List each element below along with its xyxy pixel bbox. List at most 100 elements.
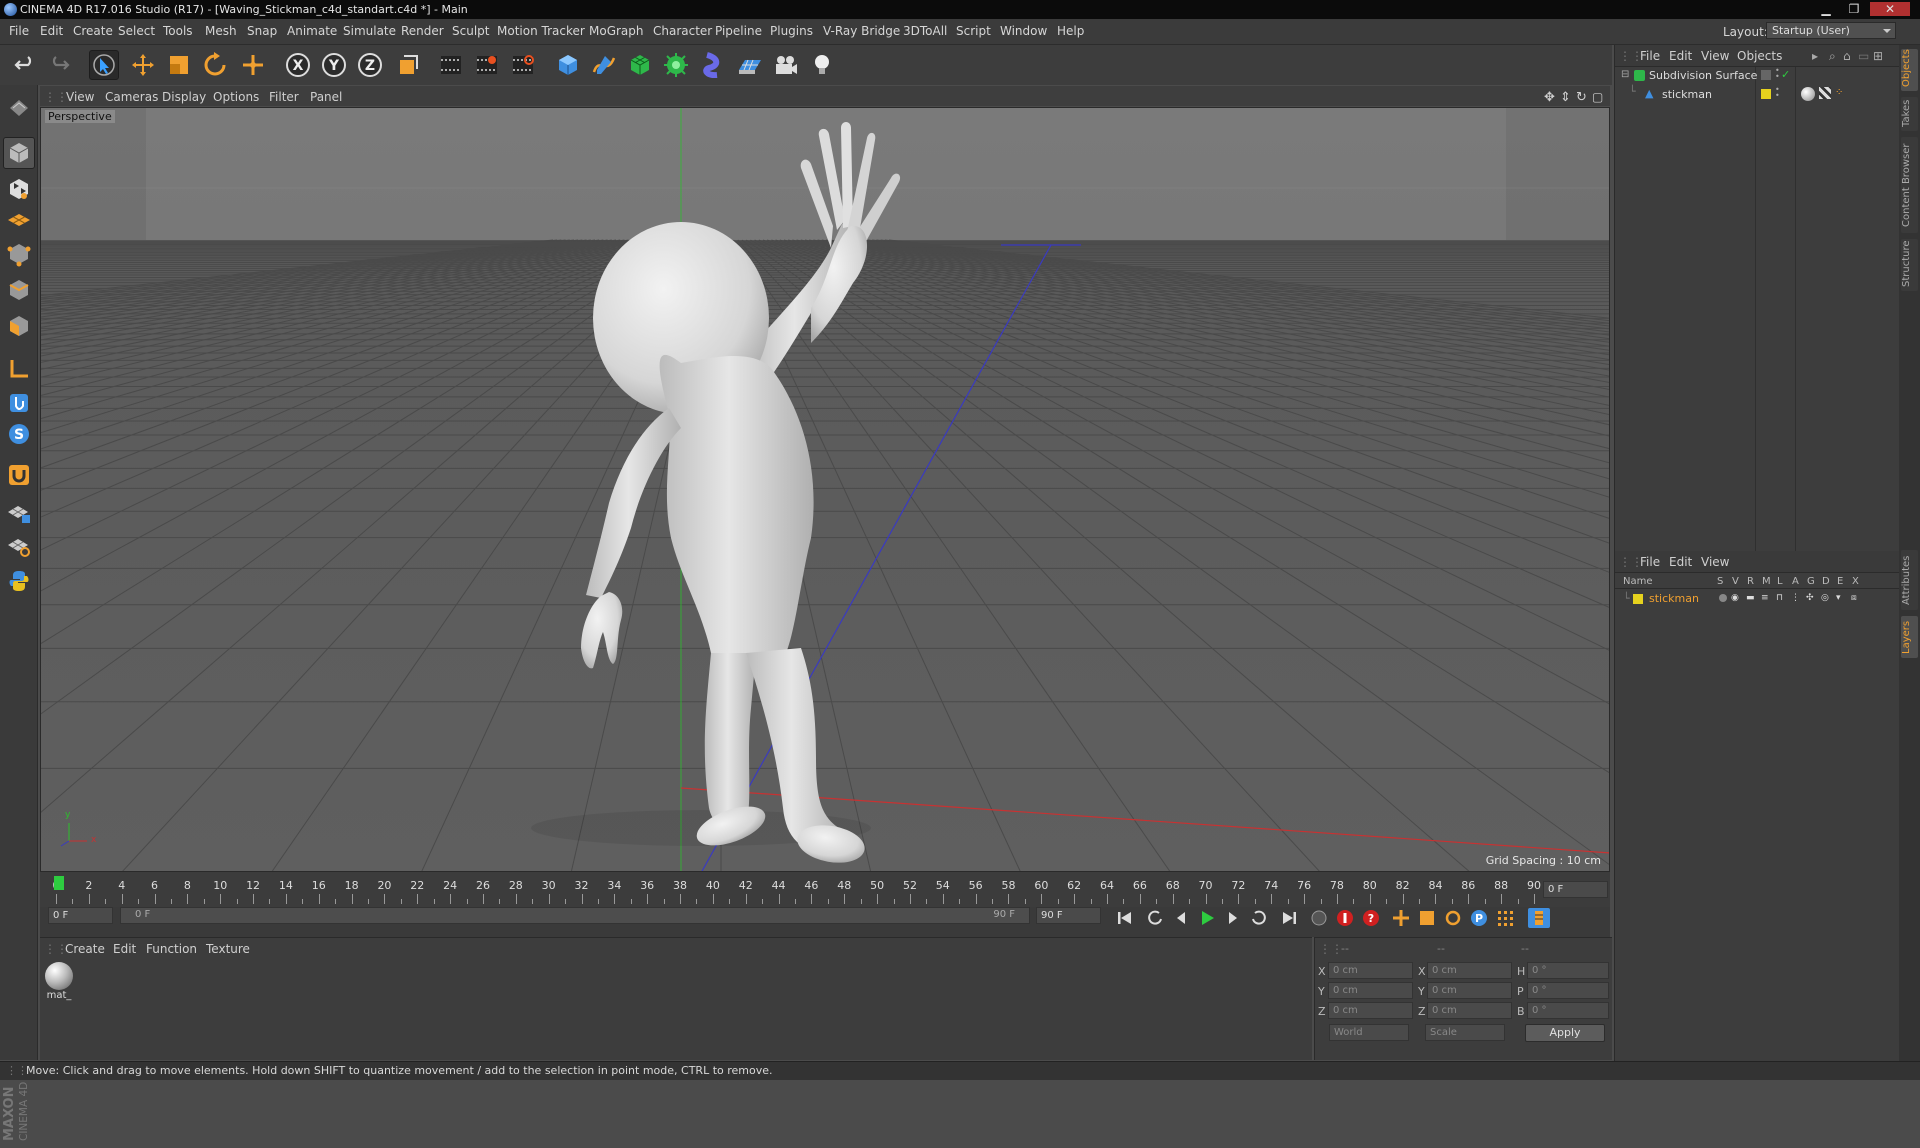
material-tag-icon[interactable] [1801, 87, 1815, 101]
menu-character[interactable]: Character [653, 24, 712, 38]
menu-window[interactable]: Window [1000, 24, 1047, 38]
menu-motion-tracker[interactable]: Motion Tracker [497, 24, 585, 38]
lock-toggle-icon[interactable]: ⊓ [1776, 593, 1783, 603]
layer-col-view[interactable]: V [1732, 576, 1739, 587]
play-icon[interactable] [1196, 908, 1218, 928]
tab-layers[interactable]: Layers [1901, 616, 1918, 658]
collapse-icon[interactable]: ⊟ [1621, 69, 1629, 80]
menu-snap[interactable]: Snap [247, 24, 277, 38]
viewport-menu-view[interactable]: View [66, 90, 94, 104]
object-menu-objects[interactable]: Objects [1737, 49, 1782, 63]
menu-help[interactable]: Help [1057, 24, 1084, 38]
menu-sculpt[interactable]: Sculpt [452, 24, 489, 38]
key-scale-icon[interactable] [1416, 908, 1438, 928]
tab-structure[interactable]: Structure [1901, 239, 1918, 291]
render-picture-viewer-icon[interactable] [472, 50, 502, 80]
layout-select[interactable]: Startup (User) [1766, 22, 1896, 39]
layer-color-swatch[interactable] [1633, 594, 1643, 604]
move-icon[interactable] [128, 50, 158, 80]
menu-render[interactable]: Render [401, 24, 444, 38]
viewport-maximize-icon[interactable]: ▢ [1592, 90, 1603, 104]
minimize-icon[interactable]: ▁ [1814, 2, 1838, 16]
layer-name[interactable]: stickman [1649, 592, 1699, 605]
layer-slot-icon[interactable] [1761, 70, 1771, 80]
lock-workplane-icon[interactable] [3, 497, 35, 529]
tab-content-browser[interactable]: Content Browser [1901, 137, 1918, 233]
light-icon[interactable] [807, 50, 837, 80]
deformer-icon[interactable] [697, 50, 727, 80]
menu-mesh[interactable]: Mesh [205, 24, 237, 38]
viewport-zoom-icon[interactable]: ⇕ [1560, 90, 1571, 105]
workplane-icon[interactable] [3, 203, 35, 235]
scale-icon[interactable] [164, 50, 194, 80]
layer-col-deformers[interactable]: D [1822, 576, 1830, 587]
render-toggle-icon[interactable]: ▬ [1746, 593, 1755, 603]
magnet-icon[interactable] [3, 459, 35, 491]
deformers-toggle-icon[interactable]: ◎ [1821, 593, 1829, 603]
layer-menu-file[interactable]: File [1640, 555, 1660, 569]
object-row-subdivision-surface[interactable]: ⊟ Subdivision Surface • • ✓ [1615, 67, 1900, 85]
rot-p-field[interactable]: 0 ° [1527, 982, 1609, 999]
python-icon[interactable] [3, 565, 35, 597]
material-swatch[interactable]: mat_ [43, 962, 75, 1006]
camera-icon[interactable] [771, 50, 801, 80]
object-menu-view[interactable]: View [1701, 49, 1729, 63]
planar-workplane-icon[interactable] [3, 530, 35, 562]
recent-tool-icon[interactable] [238, 50, 268, 80]
panel-grip-icon[interactable]: ⋮⋮ [1319, 942, 1343, 956]
tab-attributes[interactable]: Attributes [1901, 550, 1918, 610]
autokeying-icon[interactable]: ? [1360, 908, 1382, 928]
layer-col-expressions[interactable]: E [1837, 576, 1843, 587]
layer-col-solo[interactable]: S [1717, 576, 1723, 587]
key-parameter-icon[interactable]: P [1468, 908, 1490, 928]
key-rotation-icon[interactable] [1442, 908, 1464, 928]
end-frame-field[interactable]: 90 F [1036, 907, 1101, 924]
pen-spline-icon[interactable] [589, 50, 619, 80]
xref-toggle-icon[interactable]: ⧈ [1851, 593, 1857, 603]
menu-vray-bridge[interactable]: V-Ray Bridge [823, 24, 900, 38]
redo-icon[interactable] [44, 50, 74, 80]
visibility-dots-icon[interactable]: • • [1775, 67, 1780, 81]
go-to-start-icon[interactable] [1114, 908, 1136, 928]
layer-menu-edit[interactable]: Edit [1669, 555, 1692, 569]
home-icon[interactable]: ⌂ [1843, 49, 1851, 63]
material-menu-texture[interactable]: Texture [206, 942, 250, 956]
material-menu-create[interactable]: Create [65, 942, 105, 956]
layer-col-xref[interactable]: X [1852, 576, 1859, 587]
visibility-dots-icon[interactable]: • • [1775, 86, 1780, 100]
next-frame-icon[interactable] [1222, 908, 1244, 928]
live-selection-icon[interactable] [89, 50, 119, 80]
cloner-icon[interactable] [661, 50, 691, 80]
cube-icon[interactable] [553, 50, 583, 80]
model-mode-icon[interactable] [3, 137, 35, 169]
subdivision-icon[interactable] [625, 50, 655, 80]
layer-row[interactable]: └ stickman ◉ ▬ ≡ ⊓ ⋮ ✣ ◎ ▾ ⧈ [1615, 591, 1900, 607]
object-menu-file[interactable]: File [1640, 49, 1660, 63]
y-axis-lock-icon[interactable]: Y [319, 50, 349, 80]
size-mode-select[interactable]: Scale [1425, 1024, 1505, 1041]
edges-mode-icon[interactable] [3, 274, 35, 306]
layer-color-icon[interactable] [1761, 89, 1771, 99]
timeline-scheme-icon[interactable] [1528, 908, 1550, 928]
menu-select[interactable]: Select [118, 24, 155, 38]
texture-mode-icon[interactable] [3, 173, 35, 205]
undo-icon[interactable] [10, 50, 40, 80]
enabled-check-icon[interactable]: ✓ [1781, 68, 1790, 81]
menu-file[interactable]: File [9, 24, 29, 38]
bookmark-icon[interactable]: ▭ [1858, 49, 1869, 63]
rot-b-field[interactable]: 0 ° [1527, 1002, 1609, 1019]
coordinate-system-icon[interactable] [393, 50, 423, 80]
z-axis-lock-icon[interactable]: Z [355, 50, 385, 80]
apply-button[interactable]: Apply [1525, 1024, 1605, 1042]
viewport-menu-filter[interactable]: Filter [269, 90, 299, 104]
new-view-icon[interactable]: ⊞ [1873, 49, 1883, 63]
chevron-right-icon[interactable]: ▸ [1812, 49, 1818, 63]
snap-icon[interactable]: S [3, 418, 35, 450]
layer-col-render[interactable]: R [1747, 576, 1754, 587]
rot-h-field[interactable]: 0 ° [1527, 962, 1609, 979]
tab-takes[interactable]: Takes [1901, 97, 1918, 131]
menu-script[interactable]: Script [956, 24, 991, 38]
object-menu-edit[interactable]: Edit [1669, 49, 1692, 63]
animation-toggle-icon[interactable]: ⋮ [1791, 593, 1800, 603]
menu-mograph[interactable]: MoGraph [589, 24, 644, 38]
